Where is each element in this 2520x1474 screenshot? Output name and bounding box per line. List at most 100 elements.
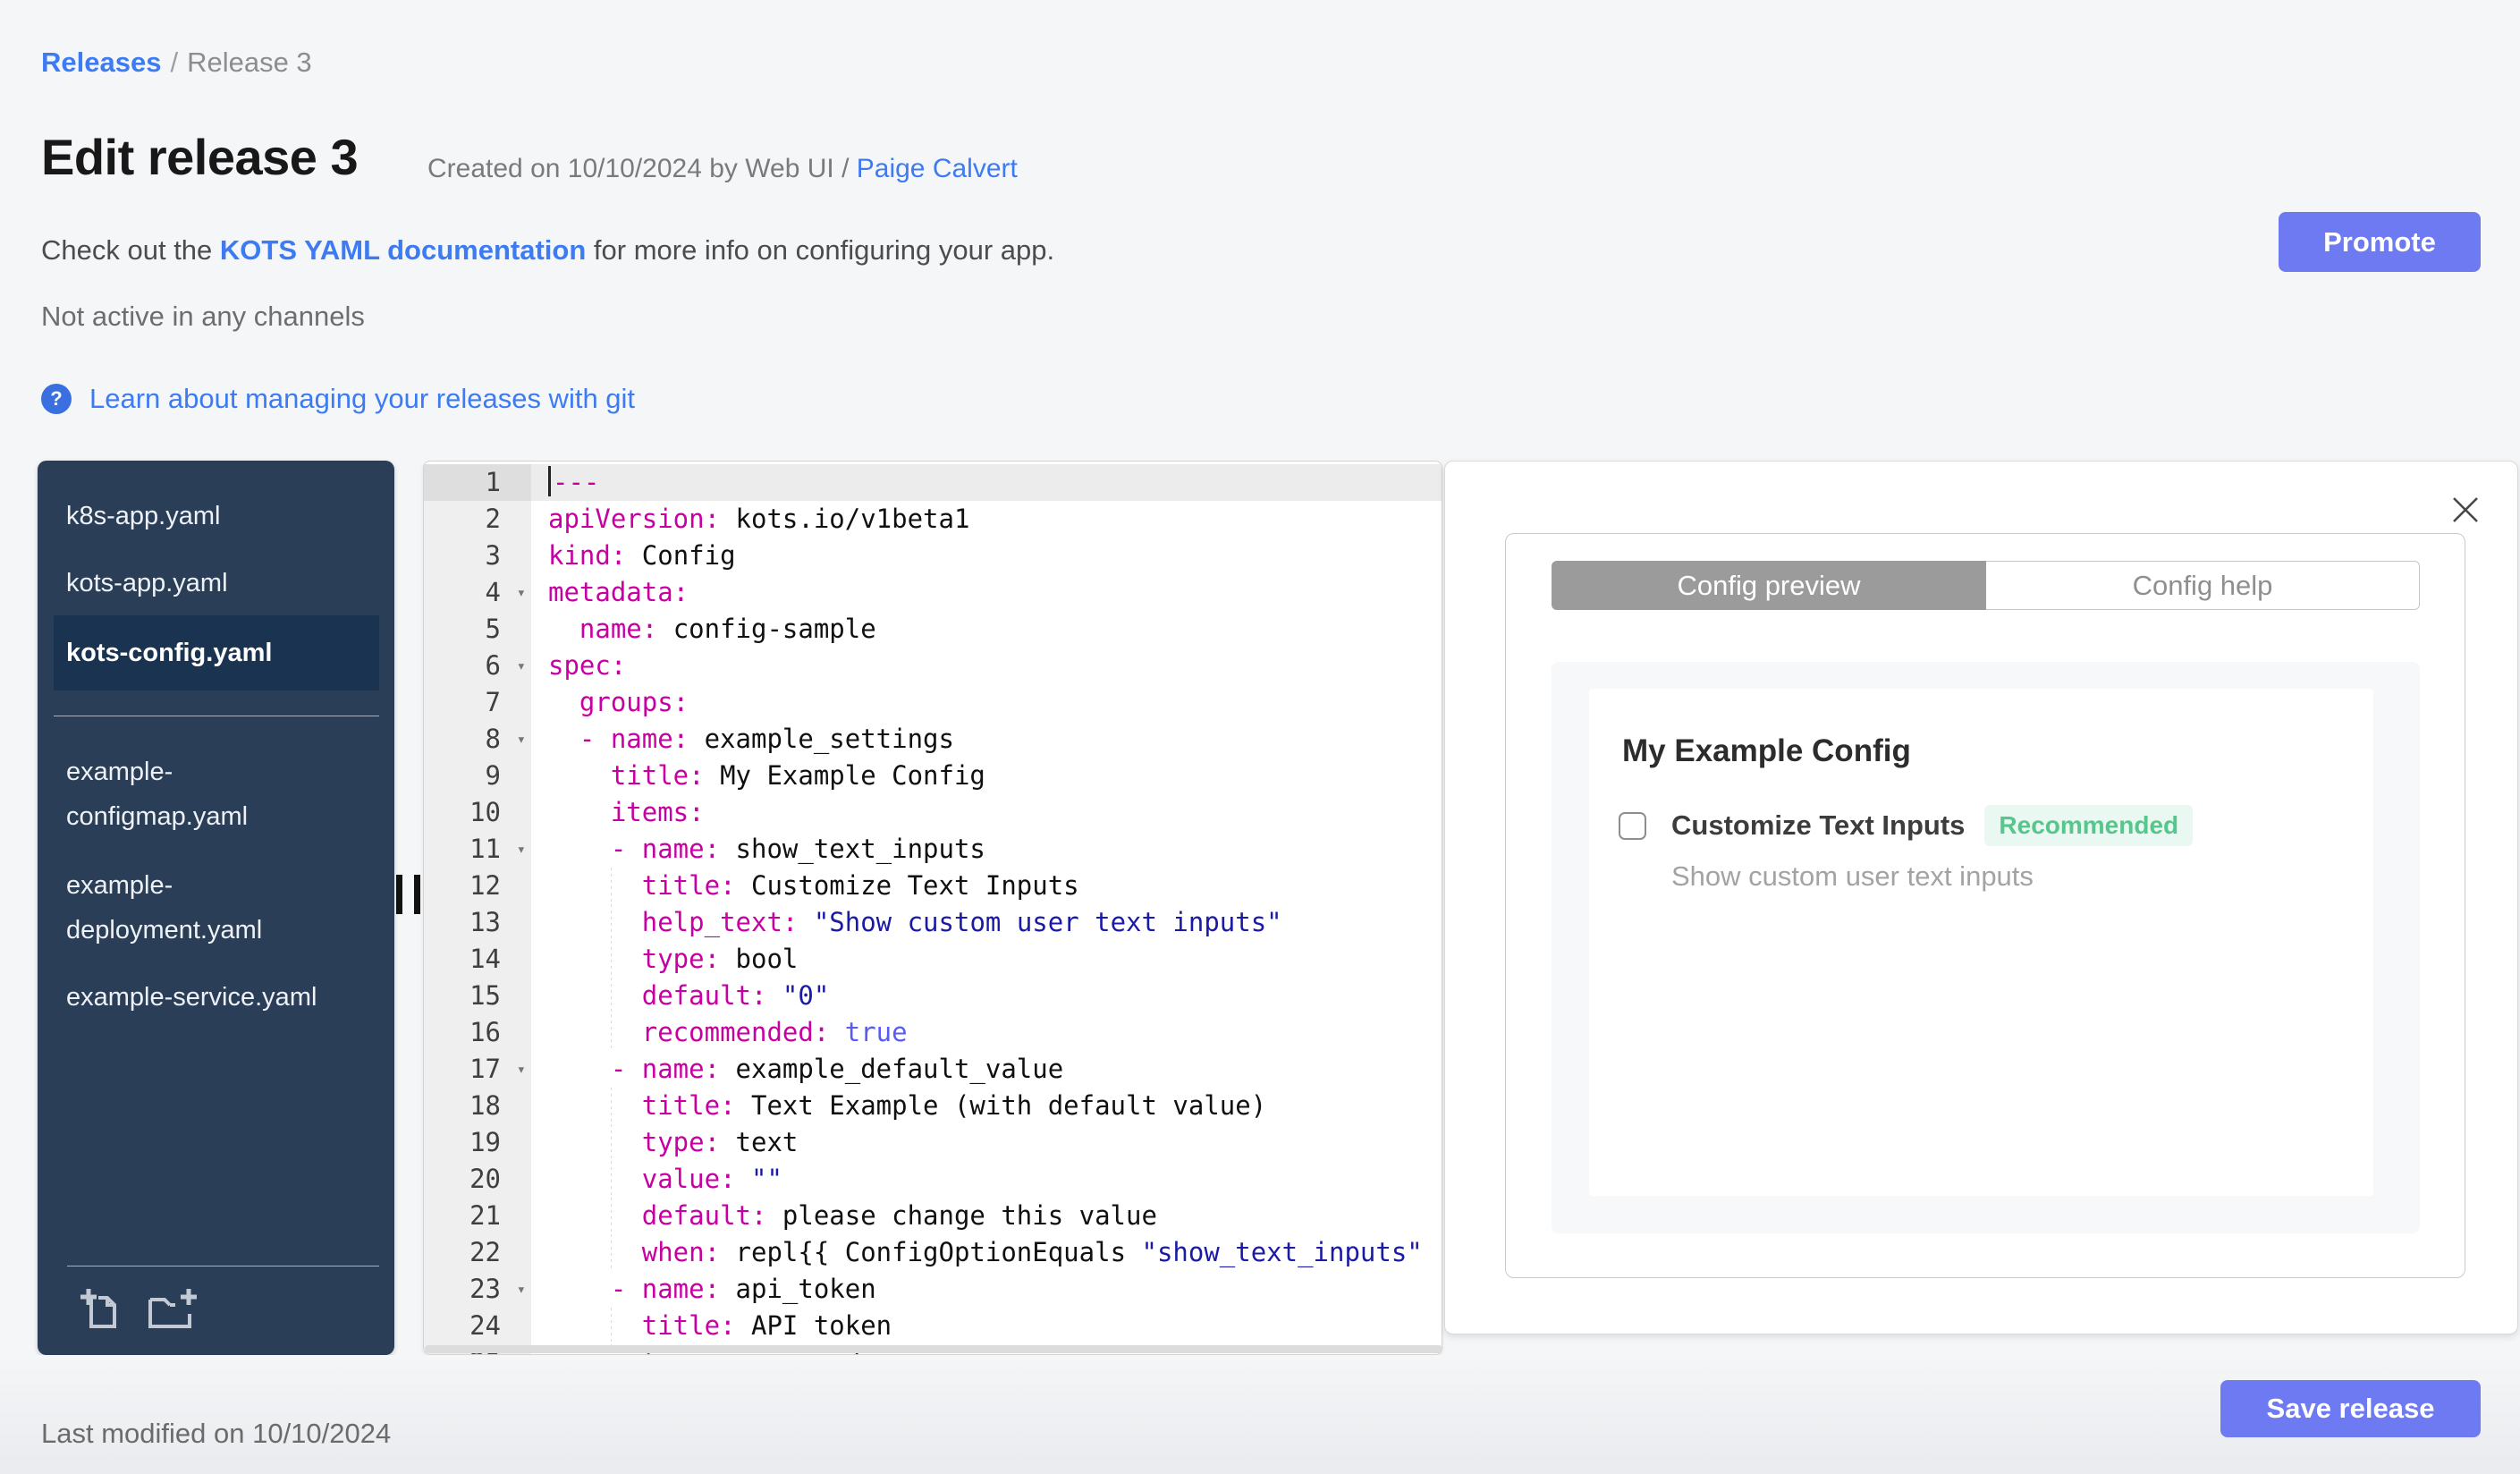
add-file-icon[interactable] — [79, 1285, 125, 1332]
edit-release-page: Releases / Release 3 Edit release 3 Create… — [0, 0, 2520, 1474]
last-modified-text: Last modified on 10/10/2024 — [41, 1418, 392, 1449]
fold-arrow-icon[interactable]: ▾ — [517, 832, 526, 868]
editor-line-11[interactable]: 11 ▾ - name: show_text_inputs — [424, 831, 1442, 868]
editor-line-7[interactable]: 7 groups: — [424, 684, 1442, 721]
code-text[interactable]: recommended: true — [531, 1014, 1442, 1051]
gutter-line-number: 2 — [424, 501, 531, 538]
code-text[interactable]: help_text: "Show custom user text inputs… — [531, 904, 1442, 941]
yaml-editor[interactable]: 1 --- 2 apiVersion: kots.io/v1beta1 3 kind: C… — [423, 461, 1442, 1355]
code-text[interactable]: title: API token — [531, 1308, 1442, 1344]
sidebar-file-actions — [79, 1285, 199, 1332]
release-workspace: k8s-app.yaml kots-app.yaml kots-config.yam… — [38, 461, 2518, 1355]
code-text[interactable]: kind: Config — [531, 538, 1442, 574]
sidebar-file-kots-config.yaml[interactable]: kots-config.yaml — [54, 615, 379, 690]
editor-line-8[interactable]: 8 ▾ - name: example_settings — [424, 721, 1442, 758]
editor-line-12[interactable]: 12 title: Customize Text Inputs — [424, 868, 1442, 904]
code-text[interactable]: title: My Example Config — [531, 758, 1442, 794]
code-text[interactable]: spec: — [531, 648, 1442, 684]
code-text[interactable]: - name: api_token — [531, 1271, 1442, 1308]
gutter-line-number: 16 — [424, 1014, 531, 1051]
sidebar-file-kots-app.yaml[interactable]: kots-app.yaml — [66, 561, 228, 606]
promote-button[interactable]: Promote — [2279, 212, 2481, 272]
code-text[interactable]: items: — [531, 794, 1442, 831]
code-text[interactable]: - name: example_settings — [531, 721, 1442, 758]
text-cursor — [548, 466, 551, 496]
code-text[interactable]: title: Text Example (with default value) — [531, 1088, 1442, 1124]
code-text[interactable]: type: bool — [531, 941, 1442, 978]
editor-line-14[interactable]: 14 type: bool — [424, 941, 1442, 978]
editor-line-6[interactable]: 6 ▾ spec: — [424, 648, 1442, 684]
gutter-line-number: 10 — [424, 794, 531, 831]
editor-horizontal-scrollbar[interactable] — [425, 1345, 1442, 1353]
code-text[interactable]: default: please change this value — [531, 1198, 1442, 1234]
gutter-line-number: 14 — [424, 941, 531, 978]
close-icon[interactable] — [2449, 494, 2482, 526]
add-folder-icon[interactable] — [147, 1285, 199, 1332]
editor-line-16[interactable]: 16 recommended: true — [424, 1014, 1442, 1051]
editor-line-23[interactable]: 23 ▾ - name: api_token — [424, 1271, 1442, 1308]
editor-line-15[interactable]: 15 default: "0" — [424, 978, 1442, 1014]
code-text[interactable]: metadata: — [531, 574, 1442, 611]
customize-text-inputs-checkbox[interactable] — [1619, 811, 1646, 840]
code-text[interactable]: default: "0" — [531, 978, 1442, 1014]
fold-arrow-icon[interactable]: ▾ — [517, 1052, 526, 1089]
resize-bar-icon — [396, 875, 402, 914]
editor-line-20[interactable]: 20 value: "" — [424, 1161, 1442, 1198]
gutter-line-number: 15 — [424, 978, 531, 1014]
sidebar-file-example-service.yaml[interactable]: example-service.yaml — [66, 975, 317, 1020]
save-release-button[interactable]: Save release — [2220, 1380, 2481, 1437]
editor-line-3[interactable]: 3 kind: Config — [424, 538, 1442, 574]
editor-line-17[interactable]: 17 ▾ - name: example_default_value — [424, 1051, 1442, 1088]
code-text[interactable]: value: "" — [531, 1161, 1442, 1198]
code-text[interactable]: groups: — [531, 684, 1442, 721]
fold-arrow-icon[interactable]: ▾ — [517, 1272, 526, 1309]
author-link[interactable]: Paige Calvert — [857, 154, 1018, 183]
fold-arrow-icon[interactable]: ▾ — [517, 722, 526, 758]
gutter-line-number: 24 — [424, 1308, 531, 1344]
editor-line-22[interactable]: 22 when: repl{{ ConfigOptionEquals "show… — [424, 1234, 1442, 1271]
editor-line-10[interactable]: 10 items: — [424, 794, 1442, 831]
page-title: Edit release 3 — [41, 129, 359, 185]
git-releases-link[interactable]: Learn about managing your releases with … — [89, 383, 635, 415]
fold-arrow-icon[interactable]: ▾ — [517, 648, 526, 685]
fold-arrow-icon[interactable]: ▾ — [517, 575, 526, 612]
tab-config-preview[interactable]: Config preview — [1552, 561, 1986, 610]
file-name-label: kots-app.yaml — [66, 569, 228, 597]
editor-line-2[interactable]: 2 apiVersion: kots.io/v1beta1 — [424, 501, 1442, 538]
git-help-row: ? Learn about managing your releases wit… — [41, 383, 635, 415]
code-text[interactable]: title: Customize Text Inputs — [531, 868, 1442, 904]
editor-line-13[interactable]: 13 help_text: "Show custom user text inp… — [424, 904, 1442, 941]
sidebar-file-example-deployment.yaml[interactable]: example-deployment.yaml — [66, 863, 262, 953]
code-text[interactable]: type: text — [531, 1124, 1442, 1161]
tab-config-help[interactable]: Config help — [1986, 561, 2420, 610]
sidebar-resize-handle[interactable] — [396, 875, 423, 916]
docs-hint-suffix: for more info on configuring your app. — [593, 234, 1055, 266]
editor-line-18[interactable]: 18 title: Text Example (with default val… — [424, 1088, 1442, 1124]
gutter-line-number: 9 — [424, 758, 531, 794]
gutter-line-number: 18 — [424, 1088, 531, 1124]
gutter-line-number: 11 ▾ — [424, 831, 531, 868]
code-text[interactable]: apiVersion: kots.io/v1beta1 — [531, 501, 1442, 538]
breadcrumb-separator: / — [170, 47, 179, 78]
editor-line-1[interactable]: 1 --- — [424, 464, 1442, 501]
gutter-line-number: 6 ▾ — [424, 648, 531, 684]
editor-line-24[interactable]: 24 title: API token — [424, 1308, 1442, 1344]
breadcrumb-releases-link[interactable]: Releases — [41, 47, 161, 78]
editor-line-9[interactable]: 9 title: My Example Config — [424, 758, 1442, 794]
sidebar-file-example-configmap.yaml[interactable]: example-configmap.yaml — [66, 750, 248, 839]
code-text[interactable]: name: config-sample — [531, 611, 1442, 648]
gutter-line-number: 22 — [424, 1234, 531, 1271]
gutter-line-number: 3 — [424, 538, 531, 574]
code-text[interactable]: --- — [531, 464, 1442, 501]
code-text[interactable]: - name: show_text_inputs — [531, 831, 1442, 868]
editor-line-21[interactable]: 21 default: please change this value — [424, 1198, 1442, 1234]
sidebar-file-k8s-app.yaml[interactable]: k8s-app.yaml — [66, 494, 220, 538]
editor-line-4[interactable]: 4 ▾ metadata: — [424, 574, 1442, 611]
kots-yaml-docs-link[interactable]: KOTS YAML documentation — [220, 234, 586, 266]
file-name-label: deployment.yaml — [66, 916, 263, 945]
editor-line-19[interactable]: 19 type: text — [424, 1124, 1442, 1161]
code-text[interactable]: - name: example_default_value — [531, 1051, 1442, 1088]
editor-line-5[interactable]: 5 name: config-sample — [424, 611, 1442, 648]
breadcrumb-current: Release 3 — [187, 47, 312, 78]
code-text[interactable]: when: repl{{ ConfigOptionEquals "show_te… — [531, 1234, 1442, 1271]
